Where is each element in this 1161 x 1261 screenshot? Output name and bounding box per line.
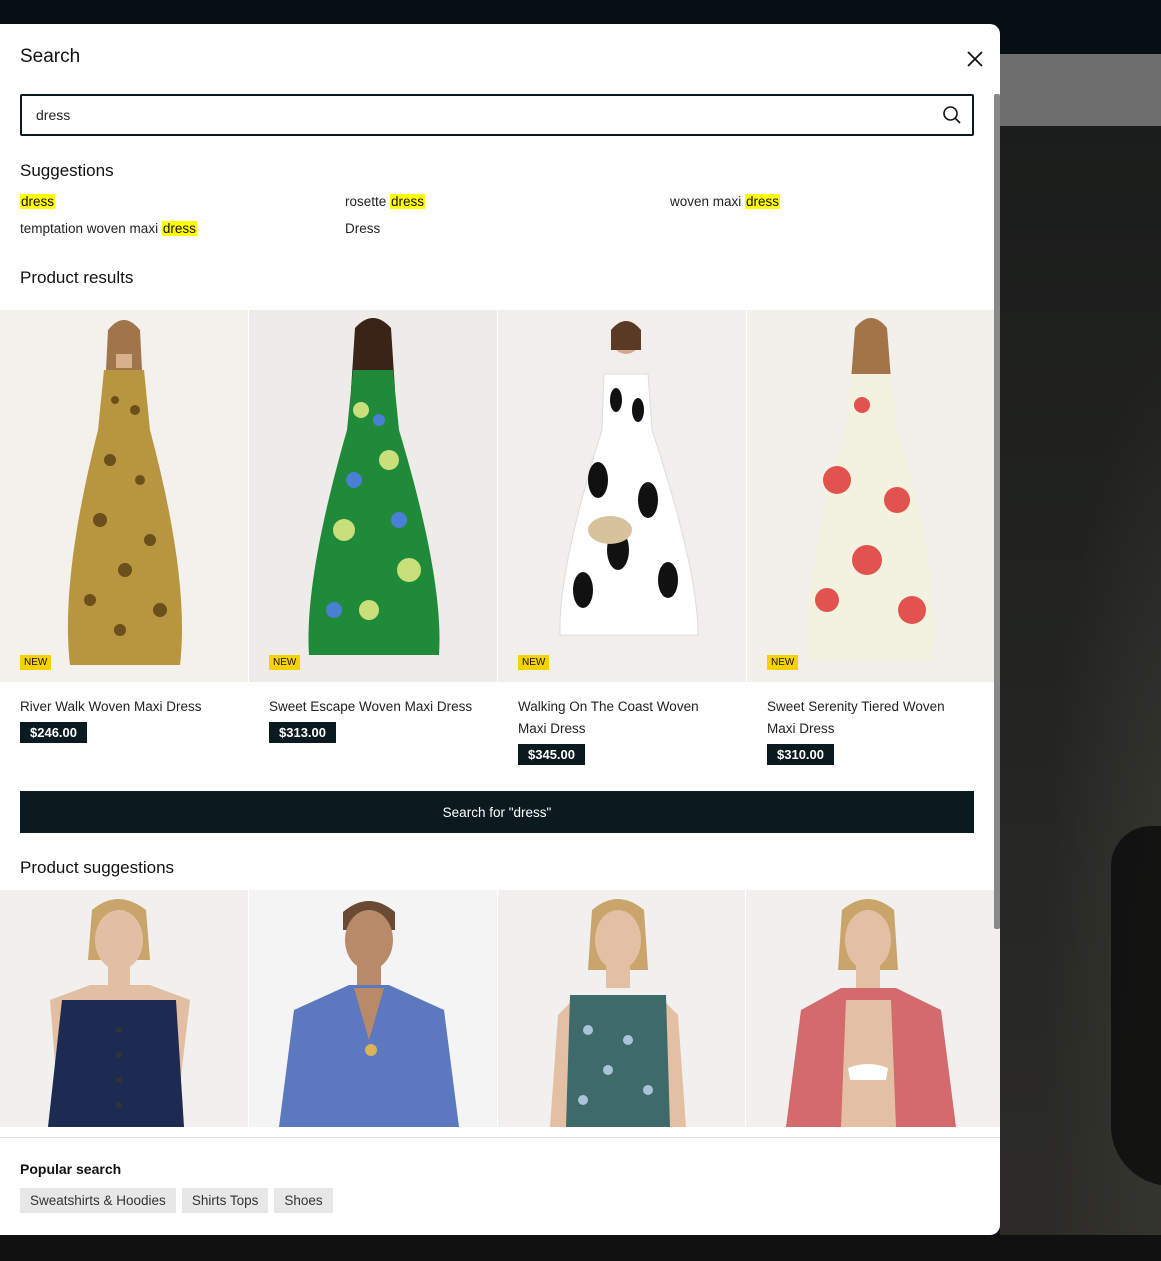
search-modal: Search Suggestions dress rosette dress w… [0,24,1000,1235]
suggestion-product-card[interactable] [746,890,1000,1127]
close-button[interactable] [962,46,988,72]
suggestion-match: dress [161,221,197,236]
suggestion-product-card[interactable] [0,890,248,1127]
suggestion-item[interactable]: temptation woven maxi dress [20,219,345,238]
new-badge: NEW [767,655,799,670]
popular-search-tags: Sweatshirts & Hoodies Shirts Tops Shoes [20,1188,333,1213]
product-name[interactable]: Sweet Serenity Tiered Woven Maxi Dress [767,696,975,740]
product-price: $310.00 [767,744,834,765]
hero-image [1000,126,1161,1235]
page-nav-background [1000,54,1161,126]
product-image[interactable]: NEW [0,310,248,682]
product-image[interactable]: NEW [747,310,995,682]
page-footer-background [0,1235,1161,1261]
product-results-grid: NEW River Walk Woven Maxi Dress $246.00 … [0,310,995,765]
product-image[interactable]: NEW [498,310,746,682]
suggestions-list: dress rosette dress woven maxi dress tem… [20,192,980,238]
suggestion-item[interactable]: woven maxi dress [670,192,980,211]
search-for-button[interactable]: Search for "dress" [20,791,974,833]
popular-search-title: Popular search [20,1161,122,1177]
suggestion-match: dress [390,194,426,209]
popular-tag[interactable]: Shirts Tops [181,1188,269,1213]
suggestion-product-card[interactable] [497,890,746,1127]
product-price: $246.00 [20,722,87,743]
product-card[interactable]: NEW River Walk Woven Maxi Dress $246.00 [0,310,248,765]
suggestions-title: Suggestions [20,161,114,180]
product-card[interactable]: NEW Walking On The Coast Woven Maxi Dres… [498,310,746,765]
suggestion-match: dress [20,194,56,209]
new-badge: NEW [269,655,301,670]
scrollbar-thumb[interactable] [994,94,1000,929]
search-submit-button[interactable] [932,96,972,134]
product-name[interactable]: Sweet Escape Woven Maxi Dress [269,696,477,718]
search-box [20,94,974,136]
product-results-title: Product results [20,268,134,287]
suggestion-item[interactable]: Dress [345,219,670,238]
search-icon [943,106,961,124]
suggestion-item[interactable]: rosette dress [345,192,670,211]
new-badge: NEW [518,655,550,670]
popular-tag[interactable]: Sweatshirts & Hoodies [20,1188,176,1213]
product-price: $313.00 [269,722,336,743]
suggestion-item[interactable]: dress [20,192,345,211]
divider [0,1137,1000,1138]
product-image[interactable]: NEW [249,310,497,682]
search-input[interactable] [22,96,932,134]
close-icon [967,51,983,67]
product-name[interactable]: River Walk Woven Maxi Dress [20,696,228,718]
popular-tag[interactable]: Shoes [274,1188,333,1213]
product-suggestions-grid [0,890,1000,1127]
product-card[interactable]: NEW Sweet Serenity Tiered Woven Maxi Dre… [747,310,995,765]
new-badge: NEW [20,655,52,670]
product-card[interactable]: NEW Sweet Escape Woven Maxi Dress $313.0… [249,310,497,765]
suggestion-product-card[interactable] [248,890,497,1127]
product-suggestions-title: Product suggestions [20,858,175,877]
modal-title: Search [20,46,81,67]
product-price: $345.00 [518,744,585,765]
suggestion-match: dress [745,194,781,209]
product-name[interactable]: Walking On The Coast Woven Maxi Dress [518,696,726,740]
